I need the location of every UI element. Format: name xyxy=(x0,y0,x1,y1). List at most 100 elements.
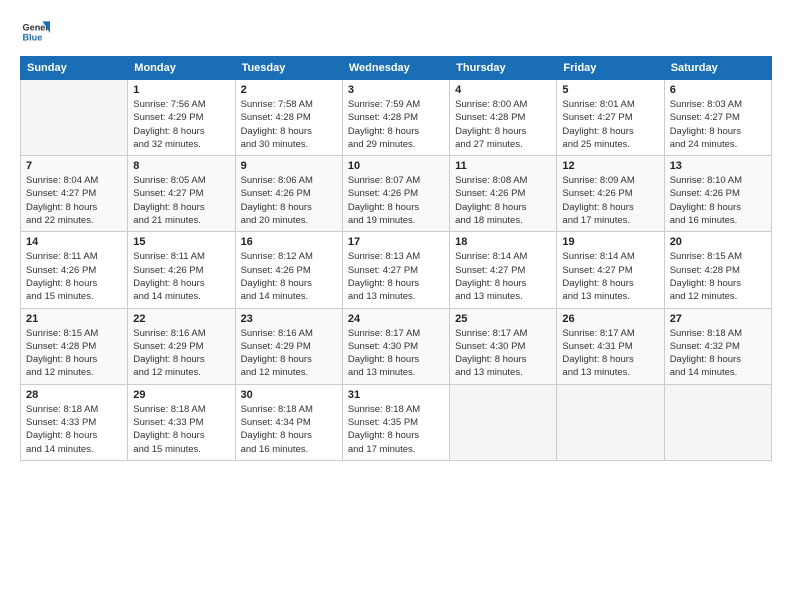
day-number: 22 xyxy=(133,313,229,325)
day-info: Sunrise: 8:07 AMSunset: 4:26 PMDaylight:… xyxy=(348,174,444,227)
header: General Blue xyxy=(20,18,772,48)
calendar-cell: 8Sunrise: 8:05 AMSunset: 4:27 PMDaylight… xyxy=(128,156,235,232)
calendar-cell: 14Sunrise: 8:11 AMSunset: 4:26 PMDayligh… xyxy=(21,232,128,308)
day-number: 9 xyxy=(241,160,337,172)
calendar-cell: 19 Sunrise: 8:14 AMSunset: 4:27 PMDayligh… xyxy=(557,232,664,308)
day-number: 23 xyxy=(241,313,337,325)
day-info: Sunrise: 8:17 AMSunset: 4:31 PMDaylight:… xyxy=(562,327,658,380)
day-info: Sunrise: 8:04 AMSunset: 4:27 PMDaylight:… xyxy=(26,174,122,227)
calendar-cell: 13 Sunrise: 8:10 AMSunset: 4:26 PMDayligh… xyxy=(664,156,771,232)
logo: General Blue xyxy=(20,18,50,48)
day-number: 3 xyxy=(348,84,444,96)
calendar-cell: 1 Sunrise: 7:56 AMSunset: 4:29 PMDaylight… xyxy=(128,80,235,156)
calendar-cell: 16Sunrise: 8:12 AMSunset: 4:26 PMDayligh… xyxy=(235,232,342,308)
calendar-cell: 31 Sunrise: 8:18 AMSunset: 4:35 PMDayligh… xyxy=(342,384,449,460)
weekday-header-saturday: Saturday xyxy=(664,57,771,80)
calendar-cell: 25Sunrise: 8:17 AMSunset: 4:30 PMDayligh… xyxy=(450,308,557,384)
day-number: 27 xyxy=(670,313,766,325)
calendar-cell: 24 Sunrise: 8:17 AMSunset: 4:30 PMDayligh… xyxy=(342,308,449,384)
day-info: Sunrise: 8:18 AMSunset: 4:32 PMDaylight:… xyxy=(670,327,766,380)
day-number: 11 xyxy=(455,160,551,172)
page: General Blue SundayMondayTuesdayWednesda… xyxy=(0,0,792,612)
calendar-cell: 27 Sunrise: 8:18 AMSunset: 4:32 PMDayligh… xyxy=(664,308,771,384)
calendar-cell: 11 Sunrise: 8:08 AMSunset: 4:26 PMDayligh… xyxy=(450,156,557,232)
day-number: 1 xyxy=(133,84,229,96)
day-info: Sunrise: 8:00 AMSunset: 4:28 PMDaylight:… xyxy=(455,98,551,151)
calendar-cell: 17 Sunrise: 8:13 AMSunset: 4:27 PMDayligh… xyxy=(342,232,449,308)
day-info: Sunrise: 8:14 AMSunset: 4:27 PMDaylight:… xyxy=(562,250,658,303)
week-row-2: 14Sunrise: 8:11 AMSunset: 4:26 PMDayligh… xyxy=(21,232,772,308)
day-info: Sunrise: 7:56 AMSunset: 4:29 PMDaylight:… xyxy=(133,98,229,151)
day-info: Sunrise: 8:10 AMSunset: 4:26 PMDaylight:… xyxy=(670,174,766,227)
calendar-cell: 4 Sunrise: 8:00 AMSunset: 4:28 PMDaylight… xyxy=(450,80,557,156)
week-row-0: 1 Sunrise: 7:56 AMSunset: 4:29 PMDaylight… xyxy=(21,80,772,156)
calendar-cell: 22 Sunrise: 8:16 AMSunset: 4:29 PMDayligh… xyxy=(128,308,235,384)
calendar-cell: 7 Sunrise: 8:04 AMSunset: 4:27 PMDaylight… xyxy=(21,156,128,232)
calendar-cell: 3 Sunrise: 7:59 AMSunset: 4:28 PMDaylight… xyxy=(342,80,449,156)
day-number: 21 xyxy=(26,313,122,325)
day-info: Sunrise: 8:11 AMSunset: 4:26 PMDaylight:… xyxy=(133,250,229,303)
calendar-cell: 23Sunrise: 8:16 AMSunset: 4:29 PMDayligh… xyxy=(235,308,342,384)
day-number: 30 xyxy=(241,389,337,401)
day-number: 18 xyxy=(455,236,551,248)
weekday-header-monday: Monday xyxy=(128,57,235,80)
day-info: Sunrise: 7:58 AMSunset: 4:28 PMDaylight:… xyxy=(241,98,337,151)
day-info: Sunrise: 8:17 AMSunset: 4:30 PMDaylight:… xyxy=(348,327,444,380)
day-number: 16 xyxy=(241,236,337,248)
day-info: Sunrise: 8:03 AMSunset: 4:27 PMDaylight:… xyxy=(670,98,766,151)
day-number: 24 xyxy=(348,313,444,325)
day-number: 12 xyxy=(562,160,658,172)
day-info: Sunrise: 8:16 AMSunset: 4:29 PMDaylight:… xyxy=(133,327,229,380)
calendar-cell xyxy=(21,80,128,156)
weekday-header-sunday: Sunday xyxy=(21,57,128,80)
day-info: Sunrise: 8:14 AMSunset: 4:27 PMDaylight:… xyxy=(455,250,551,303)
day-info: Sunrise: 8:09 AMSunset: 4:26 PMDaylight:… xyxy=(562,174,658,227)
calendar-cell: 28 Sunrise: 8:18 AMSunset: 4:33 PMDayligh… xyxy=(21,384,128,460)
svg-text:Blue: Blue xyxy=(23,33,43,43)
calendar-cell: 29Sunrise: 8:18 AMSunset: 4:33 PMDayligh… xyxy=(128,384,235,460)
day-info: Sunrise: 8:15 AMSunset: 4:28 PMDaylight:… xyxy=(26,327,122,380)
week-row-1: 7 Sunrise: 8:04 AMSunset: 4:27 PMDaylight… xyxy=(21,156,772,232)
day-number: 17 xyxy=(348,236,444,248)
day-number: 31 xyxy=(348,389,444,401)
calendar-cell: 12 Sunrise: 8:09 AMSunset: 4:26 PMDayligh… xyxy=(557,156,664,232)
calendar-cell: 6 Sunrise: 8:03 AMSunset: 4:27 PMDaylight… xyxy=(664,80,771,156)
day-number: 7 xyxy=(26,160,122,172)
weekday-header-wednesday: Wednesday xyxy=(342,57,449,80)
calendar-cell: 5Sunrise: 8:01 AMSunset: 4:27 PMDaylight… xyxy=(557,80,664,156)
calendar: SundayMondayTuesdayWednesdayThursdayFrid… xyxy=(20,56,772,461)
weekday-header-tuesday: Tuesday xyxy=(235,57,342,80)
day-info: Sunrise: 8:15 AMSunset: 4:28 PMDaylight:… xyxy=(670,250,766,303)
calendar-cell xyxy=(664,384,771,460)
day-info: Sunrise: 8:18 AMSunset: 4:33 PMDaylight:… xyxy=(26,403,122,456)
day-number: 4 xyxy=(455,84,551,96)
day-number: 20 xyxy=(670,236,766,248)
day-info: Sunrise: 7:59 AMSunset: 4:28 PMDaylight:… xyxy=(348,98,444,151)
day-number: 13 xyxy=(670,160,766,172)
calendar-cell: 26Sunrise: 8:17 AMSunset: 4:31 PMDayligh… xyxy=(557,308,664,384)
day-info: Sunrise: 8:18 AMSunset: 4:35 PMDaylight:… xyxy=(348,403,444,456)
day-number: 29 xyxy=(133,389,229,401)
logo-icon: General Blue xyxy=(20,18,50,48)
calendar-cell xyxy=(557,384,664,460)
calendar-cell: 15Sunrise: 8:11 AMSunset: 4:26 PMDayligh… xyxy=(128,232,235,308)
day-info: Sunrise: 8:13 AMSunset: 4:27 PMDaylight:… xyxy=(348,250,444,303)
calendar-cell: 30 Sunrise: 8:18 AMSunset: 4:34 PMDayligh… xyxy=(235,384,342,460)
day-number: 19 xyxy=(562,236,658,248)
weekday-header-row: SundayMondayTuesdayWednesdayThursdayFrid… xyxy=(21,57,772,80)
day-info: Sunrise: 8:01 AMSunset: 4:27 PMDaylight:… xyxy=(562,98,658,151)
day-info: Sunrise: 8:05 AMSunset: 4:27 PMDaylight:… xyxy=(133,174,229,227)
day-info: Sunrise: 8:11 AMSunset: 4:26 PMDaylight:… xyxy=(26,250,122,303)
day-info: Sunrise: 8:06 AMSunset: 4:26 PMDaylight:… xyxy=(241,174,337,227)
day-number: 28 xyxy=(26,389,122,401)
calendar-cell: 2 Sunrise: 7:58 AMSunset: 4:28 PMDaylight… xyxy=(235,80,342,156)
day-info: Sunrise: 8:08 AMSunset: 4:26 PMDaylight:… xyxy=(455,174,551,227)
day-info: Sunrise: 8:18 AMSunset: 4:34 PMDaylight:… xyxy=(241,403,337,456)
week-row-4: 28 Sunrise: 8:18 AMSunset: 4:33 PMDayligh… xyxy=(21,384,772,460)
week-row-3: 21 Sunrise: 8:15 AMSunset: 4:28 PMDayligh… xyxy=(21,308,772,384)
day-number: 6 xyxy=(670,84,766,96)
calendar-cell: 18 Sunrise: 8:14 AMSunset: 4:27 PMDayligh… xyxy=(450,232,557,308)
day-number: 2 xyxy=(241,84,337,96)
calendar-cell: 21 Sunrise: 8:15 AMSunset: 4:28 PMDayligh… xyxy=(21,308,128,384)
day-number: 25 xyxy=(455,313,551,325)
